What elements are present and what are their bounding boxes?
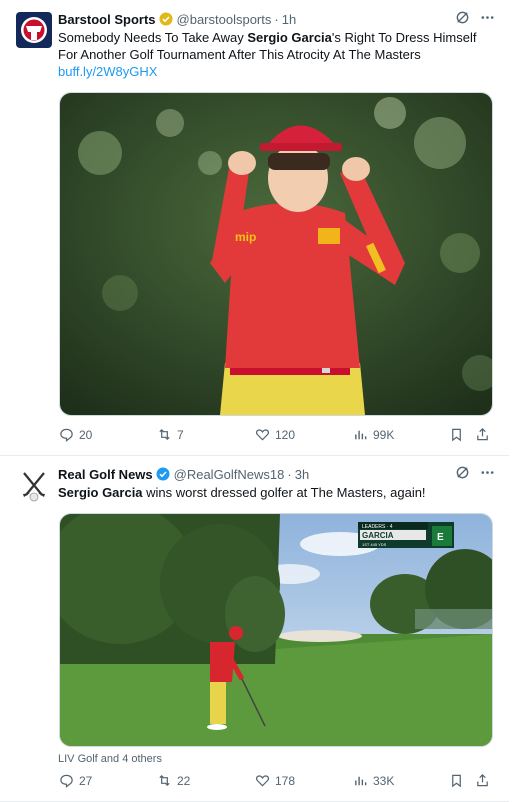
realgolfnews-avatar[interactable] [16, 467, 52, 503]
separator-dot: · [287, 466, 292, 482]
heart-icon [255, 429, 270, 441]
tweet-text-bold: Sergio Garcia [58, 485, 143, 500]
grok-icon[interactable] [455, 465, 470, 483]
tweet-text: Sergio Garcia wins worst dressed golfer … [58, 484, 493, 501]
author-name[interactable]: Real Golf News [58, 467, 153, 482]
more-options-icon[interactable] [480, 10, 495, 28]
bookmark-icon [452, 774, 461, 788]
share-icon [477, 428, 488, 441]
author-name[interactable]: Barstool Sports [58, 12, 156, 27]
grok-icon[interactable] [455, 10, 470, 28]
tweet-photo-golfer-sunglasses[interactable]: mip [59, 92, 493, 416]
tweet-time[interactable]: 1h [282, 12, 296, 27]
share-button[interactable] [475, 427, 490, 442]
social-context[interactable]: LIV Golf and 4 others [58, 753, 162, 765]
tweet-realgolfnews[interactable]: Real Golf News @RealGolfNews18 · 3h Serg… [0, 455, 509, 802]
repost-button[interactable]: 7 [157, 427, 184, 442]
verified-gold-badge-icon [159, 12, 173, 26]
leaderboard-row: 1ST 445 YDS [362, 542, 387, 547]
bookmark-icon [452, 428, 461, 442]
share-button[interactable] [475, 773, 490, 788]
verified-blue-badge-icon [156, 467, 170, 481]
bookmark-button[interactable] [449, 427, 464, 442]
tweet-actions: 20 7 120 99K [59, 427, 491, 447]
leaderboard-header: LEADERS · 4 [362, 524, 393, 530]
svg-text:mip: mip [235, 230, 256, 244]
share-icon [477, 774, 488, 787]
like-count: 120 [275, 427, 296, 442]
repost-button[interactable]: 22 [157, 773, 190, 788]
more-options-icon[interactable] [480, 465, 495, 483]
reply-count: 27 [79, 773, 93, 788]
reply-icon [60, 428, 73, 442]
reply-button[interactable]: 20 [59, 427, 92, 442]
reply-icon [60, 774, 73, 788]
tweet-text-bold: Sergio Garcia [247, 30, 332, 45]
author-handle[interactable]: @RealGolfNews18 [174, 467, 285, 482]
author-handle[interactable]: @barstoolsports [177, 12, 272, 27]
view-count: 33K [373, 773, 395, 788]
tweet-text-part: wins worst dressed golfer at The Masters… [142, 485, 426, 500]
views-icon [355, 776, 367, 786]
views-icon [355, 430, 367, 440]
repost-count: 7 [177, 427, 184, 442]
tweet-text-part: Somebody Needs To Take Away [58, 30, 248, 45]
leaderboard-player: GARCIA [362, 531, 394, 540]
separator-dot: · [274, 11, 279, 27]
tweet-link[interactable]: buff.ly/2W8yGHX [58, 64, 157, 79]
repost-icon [159, 774, 170, 787]
tweet-time[interactable]: 3h [295, 467, 309, 482]
views-button[interactable]: 99K [353, 427, 394, 442]
heart-icon [255, 775, 270, 787]
tweet-photo-golf-course[interactable]: LEADERS · 4 GARCIA E 1ST 445 YDS [59, 513, 493, 747]
repost-icon [159, 428, 170, 441]
leaderboard-score: E [437, 532, 444, 543]
repost-count: 22 [177, 773, 191, 788]
like-count: 178 [275, 773, 296, 788]
tweet-text: Somebody Needs To Take Away Sergio Garci… [58, 29, 493, 80]
view-count: 99K [373, 427, 395, 442]
tweet-actions: 27 22 178 33K [59, 773, 491, 793]
like-button[interactable]: 120 [255, 427, 295, 442]
like-button[interactable]: 178 [255, 773, 295, 788]
barstool-avatar[interactable] [16, 12, 52, 48]
bookmark-button[interactable] [449, 773, 464, 788]
reply-button[interactable]: 27 [59, 773, 92, 788]
views-button[interactable]: 33K [353, 773, 394, 788]
tweet-barstool[interactable]: Barstool Sports @barstoolsports · 1h Som… [0, 0, 509, 456]
reply-count: 20 [79, 427, 93, 442]
